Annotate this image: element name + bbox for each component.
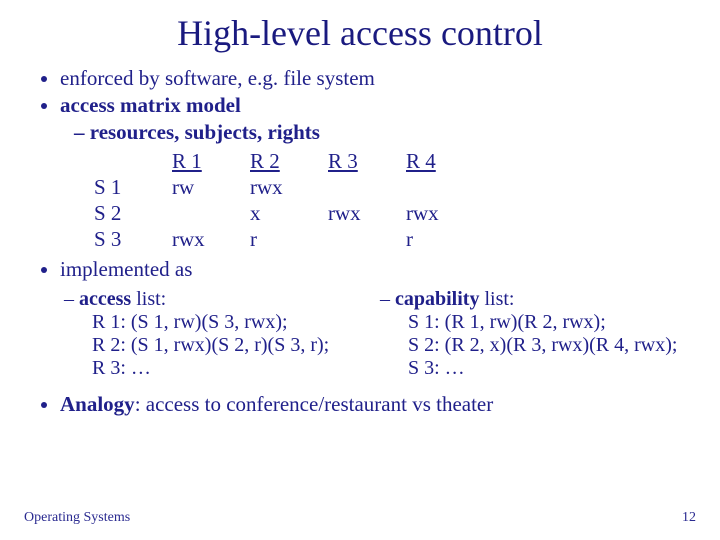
matrix-row-s1: S 1 rw rwx	[94, 175, 484, 201]
matrix-row-label: S 3	[94, 227, 172, 253]
matrix-cell: rwx	[328, 201, 406, 227]
bullet-list-2: implemented as	[42, 257, 696, 282]
matrix-cell: rwx	[250, 175, 328, 201]
access-list-heading: access list:	[64, 288, 380, 311]
sub-list-matrix: resources, subjects, rights	[74, 120, 696, 145]
matrix-cell: r	[250, 227, 328, 253]
implementation-lists: access list: R 1: (S 1, rw)(S 3, rwx); R…	[64, 288, 696, 380]
matrix-cell	[406, 175, 484, 201]
matrix-row-s2: S 2 x rwx rwx	[94, 201, 484, 227]
matrix-row-s3: S 3 rwx r r	[94, 227, 484, 253]
access-list-col: access list: R 1: (S 1, rw)(S 3, rwx); R…	[64, 288, 380, 380]
matrix-cell	[172, 201, 250, 227]
access-list-strong: access	[79, 288, 131, 310]
capability-list-col: capability list: S 1: (R 1, rw)(R 2, rwx…	[380, 288, 696, 380]
slide-title: High-level access control	[24, 12, 696, 54]
footer-page-number: 12	[682, 510, 696, 526]
matrix-row-label: S 2	[94, 201, 172, 227]
bullet-enforced: enforced by software, e.g. file system	[60, 66, 696, 91]
matrix-cell: rwx	[172, 227, 250, 253]
matrix-row-label: S 1	[94, 175, 172, 201]
bullet-list: enforced by software, e.g. file system a…	[42, 66, 696, 145]
matrix-header-r1: R 1	[172, 149, 250, 175]
capability-list-line: S 1: (R 1, rw)(R 2, rwx);	[408, 311, 696, 334]
capability-list-rest: list:	[479, 288, 514, 310]
matrix-header-row: R 1 R 2 R 3 R 4	[94, 149, 484, 175]
matrix-cell	[328, 227, 406, 253]
capability-list-strong: capability	[395, 288, 479, 310]
capability-list-line: S 2: (R 2, x)(R 3, rwx)(R 4, rwx);	[408, 334, 696, 357]
capability-list-line: S 3: …	[408, 357, 696, 380]
access-list-line: R 3: …	[92, 357, 380, 380]
matrix-header-r3: R 3	[328, 149, 406, 175]
bullet-implemented: implemented as	[60, 257, 696, 282]
access-list-line: R 2: (S 1, rwx)(S 2, r)(S 3, r);	[92, 334, 380, 357]
bullet-matrix-model: access matrix model resources, subjects,…	[60, 93, 696, 145]
footer-left: Operating Systems	[24, 510, 130, 526]
sub-bullet-resources: resources, subjects, rights	[74, 120, 696, 145]
bullet-matrix-model-text: access matrix model	[60, 93, 241, 117]
access-list-rest: list:	[131, 288, 166, 310]
access-matrix: R 1 R 2 R 3 R 4 S 1 rw rwx S 2 x rwx rwx…	[94, 149, 696, 253]
matrix-cell: rw	[172, 175, 250, 201]
matrix-cell: rwx	[406, 201, 484, 227]
matrix-header-r4: R 4	[406, 149, 484, 175]
access-list-line: R 1: (S 1, rw)(S 3, rwx);	[92, 311, 380, 334]
capability-list-heading: capability list:	[380, 288, 696, 311]
matrix-header-r2: R 2	[250, 149, 328, 175]
matrix-cell	[328, 175, 406, 201]
bullet-analogy-strong: Analogy	[60, 392, 135, 416]
matrix-cell: r	[406, 227, 484, 253]
bullet-analogy-rest: : access to conference/restaurant vs the…	[135, 392, 494, 416]
matrix-cell: x	[250, 201, 328, 227]
bullet-list-3: Analogy: access to conference/restaurant…	[42, 392, 696, 417]
slide: High-level access control enforced by so…	[0, 0, 720, 417]
bullet-analogy: Analogy: access to conference/restaurant…	[60, 392, 696, 417]
